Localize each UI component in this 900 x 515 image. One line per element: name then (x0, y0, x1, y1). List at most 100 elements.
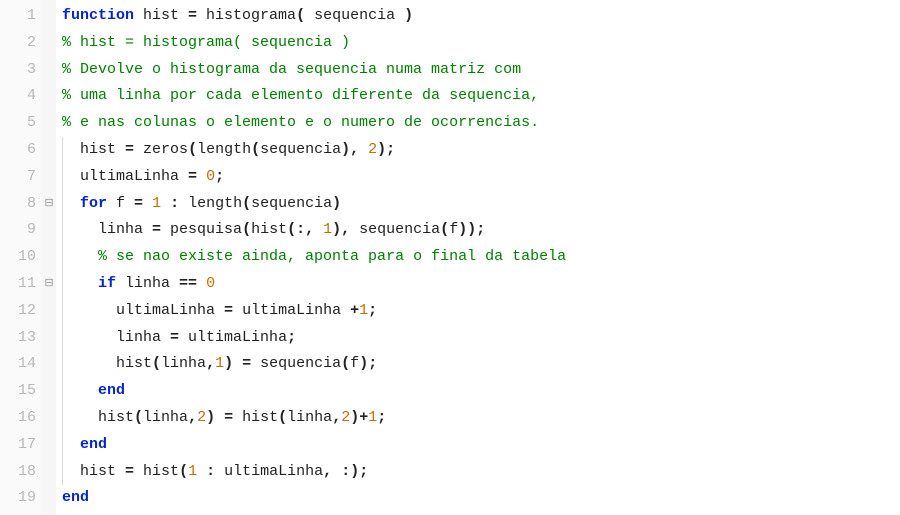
line-number: 4 (10, 83, 36, 110)
token: 0 (206, 168, 215, 185)
token: ) (332, 195, 341, 212)
code-line: hist = hist(1 : ultimaLinha, :); (62, 459, 900, 486)
token: ) (404, 7, 413, 24)
indent-guide (62, 298, 63, 325)
token: sequencia (305, 7, 404, 24)
code-line: linha = ultimaLinha; (62, 325, 900, 352)
indent (62, 302, 116, 319)
token: = (125, 463, 134, 480)
token: % uma linha por cada elemento diferente … (62, 87, 539, 104)
line-number: 9 (10, 217, 36, 244)
indent-guide (62, 405, 63, 432)
token: pesquisa (161, 221, 242, 238)
token: 2 (341, 409, 350, 426)
token: ) (224, 355, 233, 372)
fold-spacer (42, 351, 56, 378)
token: = (188, 168, 197, 185)
token: if (98, 275, 116, 292)
token: % e nas colunas o elemento e o numero de… (62, 114, 539, 131)
indent (62, 409, 98, 426)
token: ( (278, 409, 287, 426)
token: sequencia (251, 195, 332, 212)
token: hist (98, 409, 134, 426)
indent (62, 329, 116, 346)
token: 1 (323, 221, 332, 238)
code-line: ultimaLinha = 0; (62, 164, 900, 191)
token: function (62, 7, 134, 24)
indent (62, 355, 116, 372)
line-number: 15 (10, 378, 36, 405)
token: sequencia (350, 221, 440, 238)
line-number: 19 (10, 485, 36, 512)
token: length (197, 141, 251, 158)
token: 1 (188, 463, 197, 480)
token: : (206, 463, 215, 480)
line-number: 18 (10, 459, 36, 486)
token (143, 195, 152, 212)
fold-toggle-icon[interactable]: ⊟ (42, 271, 56, 298)
code-line: % hist = histograma( sequencia ) (62, 30, 900, 57)
token: ( (296, 7, 305, 24)
token: ), (332, 221, 350, 238)
token: hist (80, 463, 125, 480)
token: ; (287, 329, 296, 346)
indent-guide (62, 432, 63, 459)
token (161, 195, 170, 212)
token: ultimaLinha (80, 168, 188, 185)
line-number: 7 (10, 164, 36, 191)
token: ); (377, 141, 395, 158)
code-line: function hist = histograma( sequencia ) (62, 3, 900, 30)
indent (62, 141, 80, 158)
token (197, 275, 206, 292)
indent-guide (62, 325, 63, 352)
token: for (80, 195, 107, 212)
line-number: 5 (10, 110, 36, 137)
code-line: % se nao existe ainda, aponta para o fin… (62, 244, 900, 271)
token: = (134, 195, 143, 212)
token: linha (287, 409, 332, 426)
fold-spacer (42, 110, 56, 137)
line-number-gutter: 12345678910111213141516171819 (0, 0, 42, 515)
code-line: end (62, 485, 900, 512)
token: ) (206, 409, 215, 426)
token: 1 (368, 409, 377, 426)
token: end (80, 436, 107, 453)
token (314, 221, 323, 238)
line-number: 16 (10, 405, 36, 432)
token: == (179, 275, 197, 292)
fold-spacer (42, 57, 56, 84)
token: ultimaLinha (215, 463, 323, 480)
token: (:, (287, 221, 314, 238)
indent-guide (62, 164, 63, 191)
fold-toggle-icon[interactable]: ⊟ (42, 191, 56, 218)
line-number: 2 (10, 30, 36, 57)
line-number: 17 (10, 432, 36, 459)
token: + (350, 302, 359, 319)
code-line: if linha == 0 (62, 271, 900, 298)
code-line: hist(linha,2) = hist(linha,2)+1; (62, 405, 900, 432)
token: % Devolve o histograma da sequencia numa… (62, 61, 521, 78)
code-line: hist = zeros(length(sequencia), 2); (62, 137, 900, 164)
token: sequencia (251, 355, 341, 372)
token: = (170, 329, 179, 346)
indent-guide (62, 217, 63, 244)
token: length (179, 195, 242, 212)
token: = (224, 302, 233, 319)
token: ); (359, 355, 377, 372)
token (233, 355, 242, 372)
token: 1 (152, 195, 161, 212)
token: f (350, 355, 359, 372)
token: zeros (134, 141, 188, 158)
token: f (107, 195, 134, 212)
token: ( (341, 355, 350, 372)
fold-spacer (42, 164, 56, 191)
token: ultimaLinha (233, 302, 350, 319)
fold-spacer (42, 298, 56, 325)
token: 2 (197, 409, 206, 426)
token: , (332, 409, 341, 426)
code-line: hist(linha,1) = sequencia(f); (62, 351, 900, 378)
line-number: 14 (10, 351, 36, 378)
code-editor: 12345678910111213141516171819 ⊟⊟ functio… (0, 0, 900, 515)
fold-spacer (42, 378, 56, 405)
token: hist (116, 355, 152, 372)
